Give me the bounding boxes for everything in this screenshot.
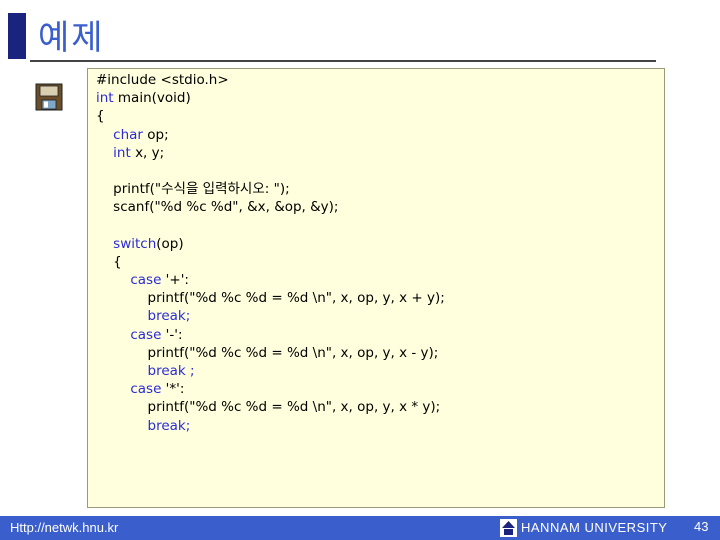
code-keyword: int <box>96 90 114 107</box>
code-text: #include <stdio.h> <box>96 72 229 88</box>
code-line: char op; <box>96 126 445 144</box>
code-text: x, y; <box>130 144 165 161</box>
code-line: #include <stdio.h> <box>96 71 445 89</box>
code-text: { <box>96 108 105 125</box>
code-text: op; <box>142 126 169 143</box>
code-line: { <box>96 253 445 271</box>
footer-bar: Http://netwk.hnu.kr HANNAM UNIVERSITY 43 <box>0 516 720 540</box>
page-number: 43 <box>694 519 709 534</box>
code-text: printf("%d %c %d = %d \n", x, op, y, x *… <box>147 399 441 416</box>
code-line: break ; <box>96 362 445 380</box>
slide-title: 예제 <box>38 18 105 58</box>
code-text: '+': <box>161 272 189 289</box>
code-keyword: break; <box>147 417 191 434</box>
code-keyword: break; <box>147 308 191 325</box>
code-text: { <box>113 253 122 270</box>
code-text: printf("수식을 입력하시오: "); <box>113 181 290 198</box>
code-keyword: switch <box>113 235 157 252</box>
code-keyword: char <box>113 126 143 143</box>
code-panel: #include <stdio.h> int main(void){ char o… <box>87 68 665 508</box>
code-text: printf("%d %c %d = %d \n", x, op, y, x +… <box>147 290 445 307</box>
code-text: (op) <box>156 235 184 252</box>
code-text: main(void) <box>113 90 191 107</box>
code-line: { <box>96 107 445 125</box>
code-line: case '-': <box>96 326 445 344</box>
footer-url[interactable]: Http://netwk.hnu.kr <box>10 520 118 535</box>
code-line: scanf("%d %c %d", &x, &op, &y); <box>96 198 445 216</box>
code-line: printf("%d %c %d = %d \n", x, op, y, x -… <box>96 344 445 362</box>
floppy-disk-icon <box>34 80 66 114</box>
code-line: break; <box>96 417 445 435</box>
title-divider <box>30 60 656 62</box>
code-line: printf("수식을 입력하시오: "); <box>96 180 445 198</box>
code-line: case '*': <box>96 380 445 398</box>
title-accent-bar <box>8 13 26 59</box>
code-line: break; <box>96 307 445 325</box>
code-keyword: break ; <box>147 363 195 379</box>
university-logo-icon <box>500 519 517 537</box>
code-line: int main(void) <box>96 89 445 107</box>
code-line: printf("%d %c %d = %d \n", x, op, y, x *… <box>96 398 445 416</box>
footer-university-name: HANNAM UNIVERSITY <box>521 520 668 535</box>
code-text: scanf("%d %c %d", &x, &op, &y); <box>113 199 339 216</box>
code-listing: #include <stdio.h> int main(void){ char o… <box>96 71 445 435</box>
code-keyword: case <box>130 326 162 343</box>
code-line: printf("%d %c %d = %d \n", x, op, y, x +… <box>96 289 445 307</box>
code-text: '*': <box>161 381 185 398</box>
code-line: int x, y; <box>96 144 445 162</box>
code-line: switch(op) <box>96 235 445 253</box>
code-line: case '+': <box>96 271 445 289</box>
code-keyword: case <box>130 381 162 398</box>
code-text: printf("%d %c %d = %d \n", x, op, y, x -… <box>147 344 439 361</box>
code-keyword: int <box>113 144 131 161</box>
code-text: '-': <box>161 326 183 343</box>
code-keyword: case <box>130 272 162 289</box>
